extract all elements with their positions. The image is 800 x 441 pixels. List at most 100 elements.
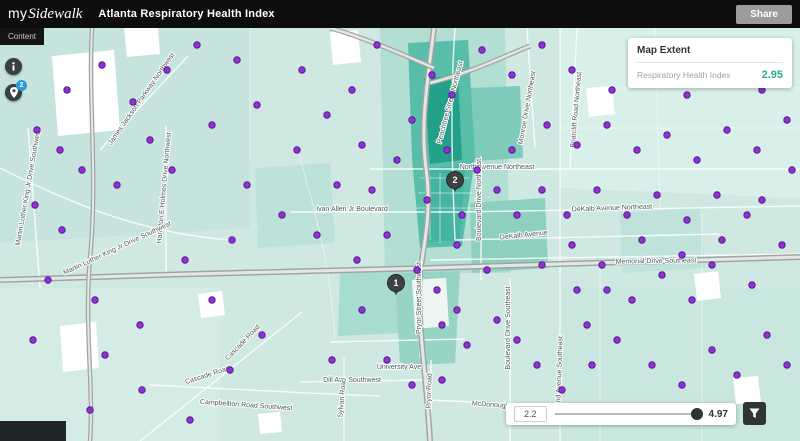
- data-point-marker[interactable]: [539, 187, 545, 193]
- range-slider-track[interactable]: [555, 413, 701, 415]
- data-point-marker[interactable]: [164, 67, 170, 73]
- data-point-marker[interactable]: [574, 142, 580, 148]
- data-point-marker[interactable]: [30, 337, 36, 343]
- data-point-marker[interactable]: [99, 62, 105, 68]
- data-point-marker[interactable]: [724, 127, 730, 133]
- data-point-marker[interactable]: [394, 157, 400, 163]
- data-point-marker[interactable]: [139, 387, 145, 393]
- data-point-marker[interactable]: [384, 232, 390, 238]
- data-point-marker[interactable]: [514, 212, 520, 218]
- data-point-marker[interactable]: [102, 352, 108, 358]
- data-point-marker[interactable]: [654, 192, 660, 198]
- data-point-marker[interactable]: [509, 72, 515, 78]
- data-point-marker[interactable]: [694, 157, 700, 163]
- data-point-marker[interactable]: [374, 42, 380, 48]
- mysidewalk-logo[interactable]: my Sidewalk: [8, 5, 82, 23]
- data-point-marker[interactable]: [684, 92, 690, 98]
- data-point-marker[interactable]: [414, 267, 420, 273]
- data-point-marker[interactable]: [32, 202, 38, 208]
- data-point-marker[interactable]: [479, 47, 485, 53]
- data-point-marker[interactable]: [539, 262, 545, 268]
- data-point-marker[interactable]: [130, 99, 136, 105]
- data-point-marker[interactable]: [369, 187, 375, 193]
- data-point-marker[interactable]: [434, 287, 440, 293]
- data-point-marker[interactable]: [679, 382, 685, 388]
- data-point-marker[interactable]: [494, 187, 500, 193]
- data-point-marker[interactable]: [629, 297, 635, 303]
- data-point-marker[interactable]: [604, 122, 610, 128]
- data-point-marker[interactable]: [227, 367, 233, 373]
- data-point-marker[interactable]: [689, 297, 695, 303]
- data-point-marker[interactable]: [559, 387, 565, 393]
- data-point-marker[interactable]: [254, 102, 260, 108]
- data-point-marker[interactable]: [329, 357, 335, 363]
- data-point-marker[interactable]: [137, 322, 143, 328]
- data-point-marker[interactable]: [57, 147, 63, 153]
- data-point-marker[interactable]: [234, 57, 240, 63]
- data-point-marker[interactable]: [564, 212, 570, 218]
- data-point-marker[interactable]: [539, 42, 545, 48]
- data-point-marker[interactable]: [169, 167, 175, 173]
- data-point-marker[interactable]: [509, 147, 515, 153]
- data-point-marker[interactable]: [589, 362, 595, 368]
- share-button[interactable]: Share: [736, 5, 792, 24]
- data-point-marker[interactable]: [409, 117, 415, 123]
- data-point-marker[interactable]: [59, 227, 65, 233]
- data-point-marker[interactable]: [429, 72, 435, 78]
- data-point-marker[interactable]: [764, 332, 770, 338]
- data-point-marker[interactable]: [649, 362, 655, 368]
- data-point-marker[interactable]: [784, 117, 790, 123]
- data-point-marker[interactable]: [719, 237, 725, 243]
- data-point-marker[interactable]: [182, 257, 188, 263]
- choropleth-map[interactable]: North Avenue NortheastIvan Allen Jr Boul…: [0, 28, 800, 441]
- data-point-marker[interactable]: [79, 167, 85, 173]
- data-point-marker[interactable]: [584, 322, 590, 328]
- data-point-marker[interactable]: [514, 337, 520, 343]
- data-point-marker[interactable]: [409, 382, 415, 388]
- data-point-marker[interactable]: [759, 197, 765, 203]
- data-point-marker[interactable]: [187, 417, 193, 423]
- data-point-marker[interactable]: [449, 92, 455, 98]
- layers-pin-button[interactable]: 2: [5, 84, 22, 101]
- data-point-marker[interactable]: [534, 362, 540, 368]
- data-point-marker[interactable]: [454, 242, 460, 248]
- data-point-marker[interactable]: [594, 187, 600, 193]
- range-slider-handle[interactable]: [691, 408, 703, 420]
- data-point-marker[interactable]: [474, 167, 480, 173]
- data-point-marker[interactable]: [294, 147, 300, 153]
- data-point-marker[interactable]: [609, 87, 615, 93]
- content-tab-label[interactable]: Content: [0, 28, 44, 45]
- data-point-marker[interactable]: [299, 67, 305, 73]
- data-point-marker[interactable]: [744, 212, 750, 218]
- data-point-marker[interactable]: [459, 212, 465, 218]
- data-point-marker[interactable]: [624, 212, 630, 218]
- data-point-marker[interactable]: [684, 217, 690, 223]
- data-point-marker[interactable]: [749, 282, 755, 288]
- data-point-marker[interactable]: [464, 342, 470, 348]
- data-point-marker[interactable]: [679, 252, 685, 258]
- data-point-marker[interactable]: [659, 272, 665, 278]
- data-point-marker[interactable]: [779, 242, 785, 248]
- data-point-marker[interactable]: [444, 147, 450, 153]
- data-point-marker[interactable]: [359, 142, 365, 148]
- data-point-marker[interactable]: [544, 122, 550, 128]
- data-point-marker[interactable]: [789, 167, 795, 173]
- data-point-marker[interactable]: [92, 297, 98, 303]
- data-point-marker[interactable]: [259, 332, 265, 338]
- data-point-marker[interactable]: [34, 127, 40, 133]
- data-point-marker[interactable]: [484, 267, 490, 273]
- data-point-marker[interactable]: [354, 257, 360, 263]
- data-point-marker[interactable]: [634, 147, 640, 153]
- data-point-marker[interactable]: [45, 277, 51, 283]
- data-point-marker[interactable]: [114, 182, 120, 188]
- data-point-marker[interactable]: [494, 317, 500, 323]
- data-point-marker[interactable]: [599, 262, 605, 268]
- data-point-marker[interactable]: [209, 122, 215, 128]
- data-point-marker[interactable]: [439, 322, 445, 328]
- data-point-marker[interactable]: [754, 147, 760, 153]
- data-point-marker[interactable]: [229, 237, 235, 243]
- data-point-marker[interactable]: [359, 307, 365, 313]
- filter-button[interactable]: [743, 402, 766, 425]
- data-point-marker[interactable]: [194, 42, 200, 48]
- map-canvas[interactable]: North Avenue NortheastIvan Allen Jr Boul…: [0, 28, 800, 441]
